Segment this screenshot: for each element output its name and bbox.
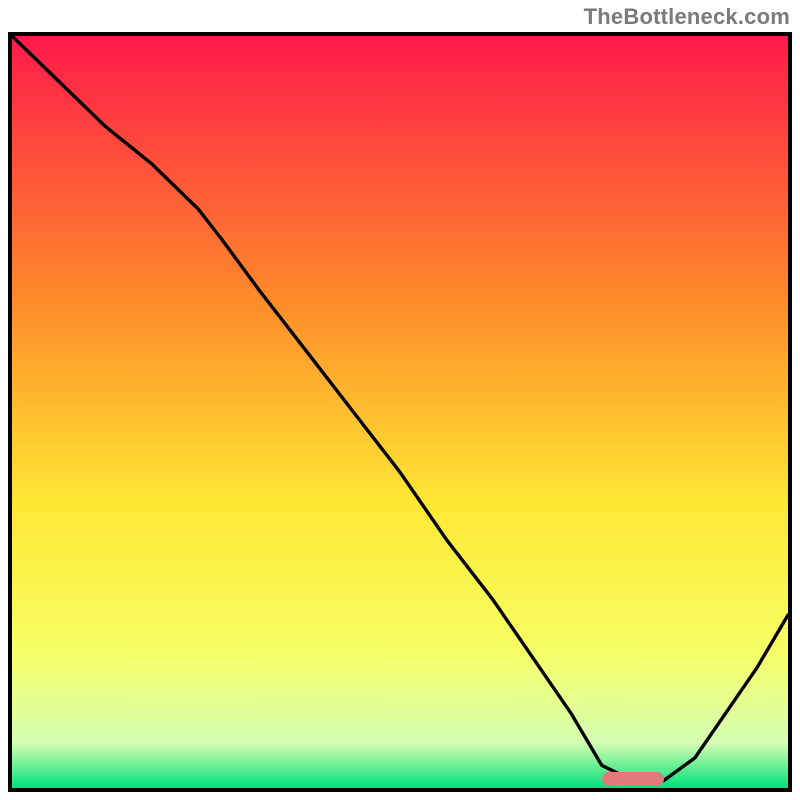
- watermark-text: TheBottleneck.com: [584, 4, 790, 30]
- optimal-range-marker: [602, 772, 664, 786]
- background-gradient: [12, 36, 788, 788]
- chart-frame: [8, 32, 792, 792]
